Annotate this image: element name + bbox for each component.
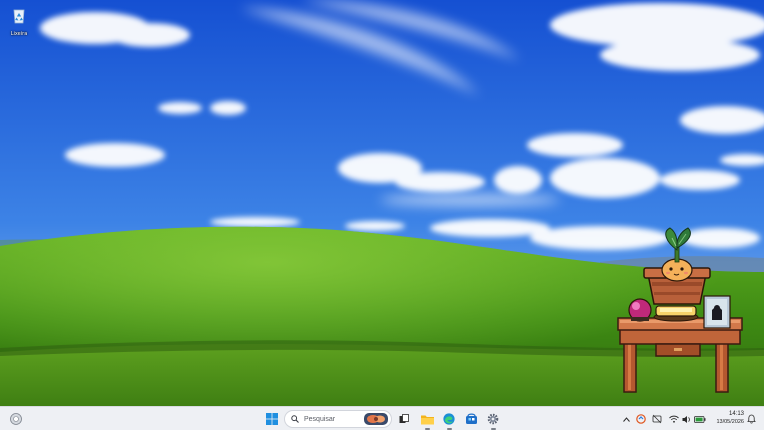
tray-wifi[interactable] [668, 409, 680, 429]
chevron-up-icon [622, 416, 630, 422]
search-placeholder: Pesquisar [304, 415, 336, 423]
taskbar-store[interactable] [462, 409, 480, 429]
taskbar-search-box[interactable]: Pesquisar [284, 410, 392, 428]
desktop-icon-recycle-bin[interactable]: Lixeira [4, 4, 34, 37]
desktop-icon-label: Lixeira [10, 31, 28, 37]
tray-volume[interactable] [681, 409, 693, 429]
taskbar-edge-browser[interactable] [440, 409, 458, 430]
store-icon [465, 413, 477, 424]
windows-logo-icon [266, 413, 278, 425]
gear-icon [487, 413, 499, 425]
battery-icon [694, 415, 706, 423]
taskbar-file-explorer[interactable] [418, 409, 436, 430]
bell-icon [746, 414, 756, 424]
edge-browser-icon [443, 413, 455, 425]
taskbar: Pesquisar 14:13 13/05/2026 [0, 406, 764, 430]
onedrive-icon [636, 414, 646, 424]
tray-battery[interactable] [693, 409, 707, 429]
desktop-pet-widget[interactable] [616, 220, 746, 396]
desktop: Lixeira Pesquisar 14:13 13/05/2026 [0, 0, 764, 430]
notifications-button[interactable] [744, 409, 758, 429]
tray-bluetooth[interactable] [650, 409, 664, 429]
taskbar-clock[interactable]: 14:13 13/05/2026 [708, 410, 744, 426]
search-icon [291, 415, 299, 423]
widgets-button[interactable] [6, 409, 26, 429]
clock-date: 13/05/2026 [716, 419, 744, 425]
volume-icon [682, 415, 690, 423]
recycle-bin-icon [13, 9, 25, 24]
taskbar-settings[interactable] [484, 409, 502, 430]
clock-time: 14:13 [728, 411, 744, 417]
tray-onedrive[interactable] [634, 409, 648, 429]
search-highlight-icon [364, 413, 388, 425]
task-view-button[interactable] [396, 409, 412, 429]
folder-icon [420, 415, 434, 424]
show-hidden-icons-button[interactable] [620, 409, 632, 429]
task-view-icon [399, 414, 409, 423]
widgets-icon [10, 413, 22, 425]
start-button[interactable] [262, 409, 282, 429]
bluetooth-off-icon [652, 414, 662, 424]
wifi-icon [669, 415, 679, 423]
